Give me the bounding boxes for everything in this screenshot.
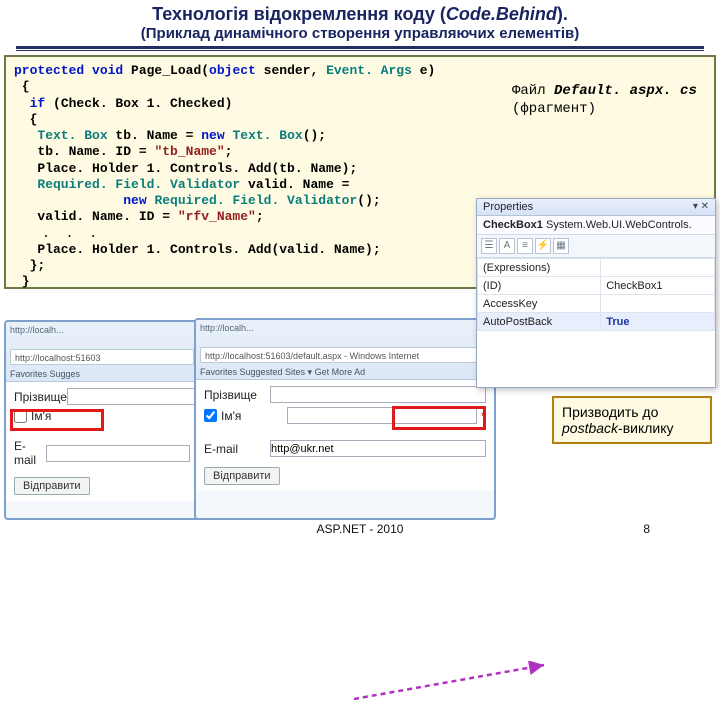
pages-icon[interactable]: ▦ <box>553 238 569 254</box>
title-codebehind: Code.Behind <box>446 4 557 24</box>
callout-postback-italic: postback <box>562 420 618 436</box>
browser-chrome: http://localh... http://localhost:51603 … <box>6 322 198 382</box>
properties-object[interactable]: CheckBox1 System.Web.UI.WebControls. <box>477 216 715 235</box>
properties-object-name: CheckBox1 <box>483 219 543 231</box>
browser-windows: http://localh... http://localhost:51603 … <box>4 318 509 522</box>
browser-window-checked: http://localh... http://localhost:51603/… <box>194 318 496 520</box>
label-surname: Прізвище <box>204 388 270 402</box>
properties-panel: Properties ▾ ✕ CheckBox1 System.Web.UI.W… <box>476 198 716 388</box>
surname-field[interactable] <box>67 388 200 405</box>
prop-row: (ID)CheckBox1 <box>478 277 715 295</box>
rule-thick <box>16 46 704 49</box>
slide-title: Технологія відокремлення коду (Code.Behi… <box>0 0 720 25</box>
prop-row-autopostback: AutoPostBackTrue <box>478 313 715 331</box>
page-body: Прізвище Ім'я E-mail Відправити <box>6 382 198 501</box>
address-bar[interactable]: http://localhost:51603/default.aspx - Wi… <box>200 347 490 363</box>
properties-grid: (Expressions) (ID)CheckBox1 AccessKey Au… <box>477 258 715 331</box>
props-icon[interactable]: ≡ <box>517 238 533 254</box>
properties-toolbar: ☰ A ≡ ⚡ ▦ <box>477 235 715 258</box>
email-field[interactable] <box>46 445 190 462</box>
title-post: ). <box>557 4 568 24</box>
callout-postback: Призводить до postback-виклику <box>552 396 712 444</box>
name-checkbox[interactable] <box>204 409 217 422</box>
alpha-icon[interactable]: A <box>499 238 515 254</box>
categorize-icon[interactable]: ☰ <box>481 238 497 254</box>
properties-titlebar: Properties ▾ ✕ <box>477 199 715 216</box>
name-checkbox[interactable] <box>14 410 27 423</box>
surname-field[interactable] <box>270 386 486 403</box>
toolbar-row: Favorites Sugges <box>10 369 194 379</box>
file-name: Default. aspx. cs <box>554 83 697 99</box>
callout-line2: -виклику <box>618 420 673 436</box>
submit-button[interactable]: Відправити <box>14 477 90 495</box>
email-field[interactable] <box>270 440 486 457</box>
browser-tab[interactable]: http://localh... <box>10 325 194 335</box>
rule-thin <box>16 50 704 51</box>
label-email: E-mail <box>204 442 270 456</box>
validator-star: * <box>481 409 486 423</box>
properties-object-type: System.Web.UI.WebControls. <box>543 219 692 231</box>
name-field[interactable] <box>287 407 477 424</box>
page-body: Прізвище Ім'я * E-mail Відправити <box>196 380 494 491</box>
address-bar[interactable]: http://localhost:51603 <box>10 349 194 365</box>
file-badge: Файл Default. aspx. cs (фрагмент) <box>512 83 704 118</box>
footer-label: ASP.NET - 2010 <box>0 522 720 536</box>
panel-buttons-icon[interactable]: ▾ ✕ <box>693 201 709 212</box>
arrow-dashed-icon <box>354 661 554 701</box>
label-surname: Прізвище <box>14 390 67 404</box>
toolbar-row: Favorites Suggested Sites ▾ Get More Ad <box>200 367 490 378</box>
file-fragment: (фрагмент) <box>512 101 596 117</box>
submit-button[interactable]: Відправити <box>204 467 280 485</box>
prop-row: AccessKey <box>478 295 715 313</box>
label-name: Ім'я <box>31 409 97 423</box>
title-pre: Технологія відокремлення коду ( <box>152 4 446 24</box>
browser-tab[interactable]: http://localh... <box>200 323 490 333</box>
slide-number: 8 <box>643 522 650 536</box>
events-icon[interactable]: ⚡ <box>535 238 551 254</box>
browser-window-unchecked: http://localh... http://localhost:51603 … <box>4 320 200 520</box>
properties-title: Properties <box>483 201 533 213</box>
prop-row: (Expressions) <box>478 259 715 277</box>
slide-subtitle: (Приклад динамічного створення управляюч… <box>0 25 720 46</box>
label-email: E-mail <box>14 439 46 467</box>
label-name: Ім'я <box>221 409 287 423</box>
browser-chrome: http://localh... http://localhost:51603/… <box>196 320 494 380</box>
callout-line1: Призводить до <box>562 404 658 420</box>
